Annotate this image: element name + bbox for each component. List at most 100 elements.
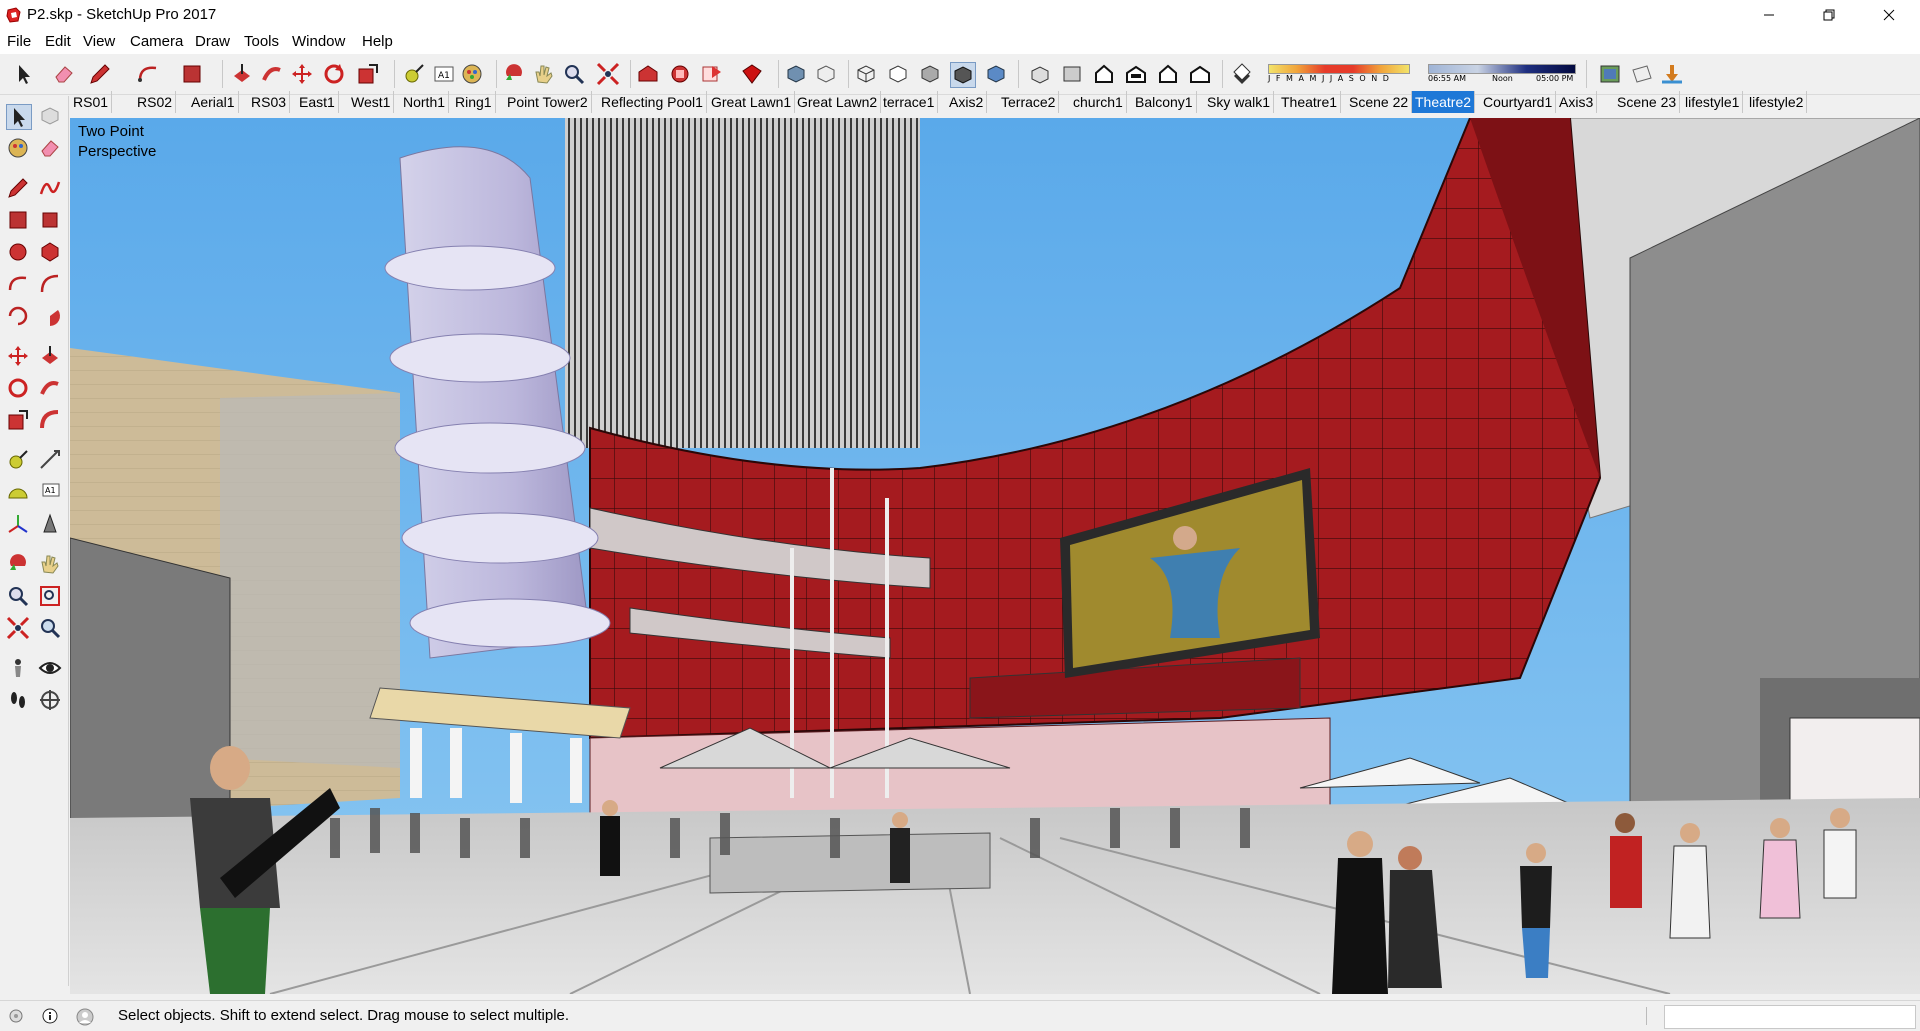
tape-measure-icon[interactable] (6, 448, 30, 472)
scale-icon[interactable] (356, 62, 380, 86)
eraser-icon[interactable] (52, 62, 76, 86)
menu-view[interactable]: View (83, 33, 115, 50)
scene-tab-lifestyle1[interactable]: lifestyle1 (1682, 91, 1744, 113)
menu-window[interactable]: Window (292, 33, 345, 50)
scene-tab-courtyard1[interactable]: Courtyard1 (1480, 91, 1557, 113)
user-account-icon[interactable] (76, 1008, 94, 1026)
hidden-line-style-icon[interactable] (886, 62, 910, 86)
text-icon[interactable]: A1 (38, 480, 62, 504)
credits-info-icon[interactable] (42, 1008, 58, 1024)
paint-bucket-icon[interactable] (460, 62, 484, 86)
shaded-style-icon[interactable] (918, 62, 942, 86)
back-view-icon[interactable] (1156, 62, 1180, 86)
move-icon[interactable] (290, 62, 314, 86)
scene-tab-sky-walk1[interactable]: Sky walk1 (1204, 91, 1275, 113)
position-camera-icon[interactable] (6, 656, 30, 680)
pan-hand-icon[interactable] (38, 552, 62, 576)
orbit-icon[interactable] (502, 62, 526, 86)
select-arrow-icon[interactable] (12, 62, 36, 86)
scene-tab-lifestyle2[interactable]: lifestyle2 (1746, 91, 1808, 113)
extension-manager-icon[interactable] (740, 62, 764, 86)
share-model-icon[interactable] (700, 62, 724, 86)
scene-tab-north1[interactable]: North1 (400, 91, 450, 113)
three-point-arc-icon[interactable] (6, 304, 30, 328)
scale-icon[interactable] (6, 408, 30, 432)
xray-style-icon[interactable] (784, 62, 808, 86)
toggle-terrain-icon[interactable] (1660, 62, 1684, 86)
arc-icon[interactable] (136, 62, 160, 86)
menu-camera[interactable]: Camera (130, 33, 183, 50)
rectangle-icon[interactable] (6, 208, 30, 232)
offset-icon[interactable] (38, 408, 62, 432)
pencil-line-icon[interactable] (6, 176, 30, 200)
zoom-extents-icon[interactable] (6, 616, 30, 640)
protractor-icon[interactable] (6, 480, 30, 504)
push-pull-icon[interactable] (38, 344, 62, 368)
dimension-icon[interactable] (38, 448, 62, 472)
look-around-eye-icon[interactable] (38, 656, 62, 680)
axes-icon[interactable] (6, 512, 30, 536)
scene-tab-great-lawn2[interactable]: Great Lawn2 (794, 91, 882, 113)
section-plane-icon[interactable] (38, 688, 62, 712)
previous-view-icon[interactable] (38, 616, 62, 640)
two-point-arc-icon[interactable] (38, 272, 62, 296)
scene-tab-scene-22[interactable]: Scene 22 (1346, 91, 1413, 113)
zoom-icon[interactable] (6, 584, 30, 608)
rotate-icon[interactable] (6, 376, 30, 400)
paint-bucket-icon[interactable] (6, 136, 30, 160)
freehand-icon[interactable] (38, 176, 62, 200)
restore-button[interactable] (1806, 0, 1852, 30)
pencil-line-icon[interactable] (88, 62, 112, 86)
make-component-icon[interactable] (38, 104, 62, 128)
menu-edit[interactable]: Edit (45, 33, 71, 50)
scene-tab-east1[interactable]: East1 (296, 91, 339, 113)
scene-tab-rs03[interactable]: RS03 (248, 91, 291, 113)
select-arrow-icon[interactable] (6, 104, 32, 130)
scene-tab-scene-23[interactable]: Scene 23 (1614, 91, 1681, 113)
pan-hand-icon[interactable] (532, 62, 556, 86)
zoom-extents-icon[interactable] (596, 62, 620, 86)
scene-tab-axis3[interactable]: Axis3 (1556, 91, 1598, 113)
shaded-textures-style-icon[interactable] (950, 62, 976, 88)
scene-tab-rs01[interactable]: RS01 (70, 91, 113, 113)
model-viewport[interactable] (70, 118, 1920, 994)
shadow-date-slider[interactable] (1268, 64, 1410, 74)
shadows-toggle-icon[interactable] (1230, 62, 1254, 86)
warehouse-icon[interactable] (636, 62, 660, 86)
photo-textures-icon[interactable] (1598, 62, 1622, 86)
top-view-icon[interactable] (1060, 62, 1084, 86)
follow-me-icon[interactable] (38, 376, 62, 400)
scene-tab-theatre1[interactable]: Theatre1 (1278, 91, 1342, 113)
circle-icon[interactable] (6, 240, 30, 264)
menu-help[interactable]: Help (362, 33, 393, 50)
eraser-icon[interactable] (38, 136, 62, 160)
follow-me-icon[interactable] (260, 62, 284, 86)
scene-tab-theatre2[interactable]: Theatre2 (1412, 91, 1476, 113)
menu-draw[interactable]: Draw (195, 33, 230, 50)
iso-view-icon[interactable] (1028, 62, 1052, 86)
menu-tools[interactable]: Tools (244, 33, 279, 50)
scene-tab-church1[interactable]: church1 (1070, 91, 1127, 113)
rotate-icon[interactable] (322, 62, 346, 86)
scene-tab-west1[interactable]: West1 (348, 91, 395, 113)
scene-tab-balcony1[interactable]: Balcony1 (1132, 91, 1197, 113)
pie-icon[interactable] (38, 304, 62, 328)
rotated-rectangle-icon[interactable] (38, 208, 62, 232)
scene-tab-terrace2[interactable]: Terrace2 (998, 91, 1060, 113)
scene-tab-terrace1[interactable]: terrace1 (880, 91, 939, 113)
polygon-icon[interactable] (38, 240, 62, 264)
extension-warehouse-icon[interactable] (668, 62, 692, 86)
close-button[interactable] (1866, 0, 1912, 30)
move-icon[interactable] (6, 344, 30, 368)
dimension-icon[interactable]: A1 (432, 62, 456, 86)
orbit-icon[interactable] (6, 552, 30, 576)
tape-measure-icon[interactable] (402, 62, 426, 86)
wireframe-style-icon[interactable] (854, 62, 878, 86)
menu-file[interactable]: File (7, 33, 31, 50)
scene-tab-great-lawn1[interactable]: Great Lawn1 (708, 91, 796, 113)
push-pull-icon[interactable] (230, 62, 254, 86)
scene-tab-reflecting-pool1[interactable]: Reflecting Pool1 (598, 91, 707, 113)
scene-tab-aerial1[interactable]: Aerial1 (188, 91, 239, 113)
arc-icon[interactable] (6, 272, 30, 296)
front-view-icon[interactable] (1092, 62, 1116, 86)
